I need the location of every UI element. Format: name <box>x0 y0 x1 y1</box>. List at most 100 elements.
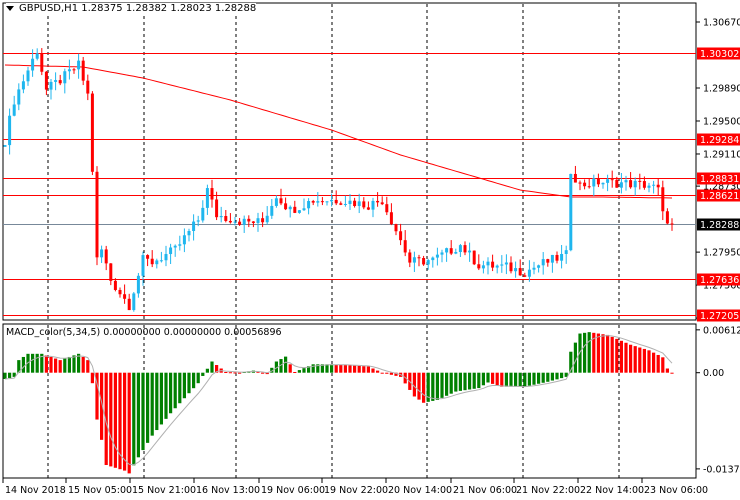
macd-histogram-bar <box>21 356 25 373</box>
candle-bull <box>141 255 145 276</box>
macd-histogram-bar <box>169 372 173 414</box>
candle-bull <box>440 252 444 255</box>
macd-histogram-bar <box>233 372 237 374</box>
candle-bear <box>555 254 559 261</box>
candle-bear <box>656 184 660 188</box>
candle-bear <box>279 198 283 204</box>
candle-bull <box>652 184 656 186</box>
candle-bear <box>463 245 467 253</box>
candle-bear <box>284 203 288 210</box>
chart-canvas[interactable]: 1.306701.298901.295001.291101.287301.279… <box>0 0 740 500</box>
candle-bull <box>274 198 278 206</box>
candle-bear <box>417 257 421 259</box>
macd-histogram-bar <box>587 332 591 373</box>
candle-bull <box>606 179 610 183</box>
candle-bear <box>661 187 665 212</box>
macd-histogram-bar <box>141 372 145 451</box>
candle-bear <box>334 199 338 204</box>
macd-histogram-bar <box>35 353 39 373</box>
candle-bull <box>481 265 485 269</box>
macd-histogram-bar <box>422 372 426 403</box>
candle-bull <box>458 245 462 253</box>
candle-bear <box>90 93 94 172</box>
candle-bull <box>426 260 430 265</box>
macd-histogram-bar <box>615 338 619 373</box>
candle-bear <box>587 186 591 188</box>
level-price-label: 1.27205 <box>700 311 739 322</box>
dropdown-triangle-icon[interactable] <box>6 5 14 11</box>
candle-bull <box>3 145 7 147</box>
candle-bull <box>619 182 623 188</box>
macd-histogram-bar <box>532 372 536 385</box>
macd-histogram-bar <box>58 360 62 373</box>
candle-bear <box>472 250 476 265</box>
macd-histogram-bar <box>665 368 669 373</box>
macd-histogram-bar <box>127 372 131 474</box>
candle-bull <box>169 247 173 255</box>
candle-bear <box>339 203 343 205</box>
macd-histogram-bar <box>173 372 177 409</box>
macd-histogram-bar <box>449 372 453 394</box>
macd-histogram-bar <box>491 372 495 384</box>
candle-bull <box>527 269 531 277</box>
candle-bear <box>596 178 600 185</box>
candle-bull <box>178 244 182 246</box>
macd-histogram-bar <box>619 340 623 373</box>
candle-bull <box>357 201 361 207</box>
candle-bull <box>371 200 375 210</box>
symbol-label: GBPUSD,H1 <box>19 3 79 14</box>
level-price-label: 1.29284 <box>700 135 739 146</box>
macd-histogram-bar <box>228 372 232 374</box>
macd-histogram-bar <box>159 372 163 425</box>
candle-bear <box>629 180 633 188</box>
candle-bear <box>389 212 393 225</box>
candle-bear <box>353 200 357 207</box>
time-axis-label: 23 Nov 06:00 <box>644 485 708 496</box>
candle-bull <box>454 252 458 254</box>
candle-bull <box>316 201 320 203</box>
macd-histogram-bar <box>164 372 168 419</box>
macd-histogram-bar <box>63 358 67 373</box>
macd-histogram-bar <box>72 355 76 373</box>
time-axis-label: 14 Nov 2018 <box>5 485 66 496</box>
candle-bear <box>615 179 619 188</box>
macd-histogram-bar <box>205 368 209 373</box>
macd-histogram-bar <box>132 372 136 466</box>
macd-histogram-bar <box>261 372 265 374</box>
price-axis-label: 1.29110 <box>703 149 740 160</box>
macd-histogram-bar <box>8 372 12 378</box>
macd-histogram-bar <box>546 372 550 382</box>
candle-bear <box>610 179 614 181</box>
macd-histogram-bar <box>481 372 485 386</box>
time-axis-label: 19 Nov 06:00 <box>261 485 325 496</box>
price-axis-label: 1.29500 <box>703 116 740 127</box>
candle-bear <box>477 264 481 269</box>
candle-bull <box>486 261 490 266</box>
candle-bear <box>385 204 389 213</box>
candle-bull <box>100 249 104 258</box>
macd-histogram-bar <box>182 372 186 399</box>
macd-histogram-bar <box>334 364 338 373</box>
macd-histogram-bar <box>31 353 35 373</box>
candle-bear <box>578 182 582 184</box>
candle-bull <box>412 257 416 263</box>
candle-bull <box>532 267 536 270</box>
macd-histogram-bar <box>495 372 499 386</box>
time-axis-label: 19 Nov 22:00 <box>324 485 388 496</box>
candle-bear <box>399 231 403 241</box>
candle-bull <box>624 180 628 183</box>
candle-bull <box>182 235 186 245</box>
macd-histogram-bar <box>647 350 651 373</box>
macd-histogram-bar <box>610 336 614 373</box>
candle-bull <box>592 178 596 187</box>
candle-bear <box>95 171 99 258</box>
candle-bull <box>270 205 274 216</box>
candle-bear <box>449 248 453 254</box>
macd-histogram-bar <box>238 372 242 374</box>
macd-histogram-bar <box>178 372 182 404</box>
candle-bull <box>343 203 347 205</box>
macd-histogram-bar <box>445 372 449 396</box>
candle-bear <box>311 201 315 203</box>
candle-bull <box>155 260 159 265</box>
macd-histogram-bar <box>192 372 196 389</box>
